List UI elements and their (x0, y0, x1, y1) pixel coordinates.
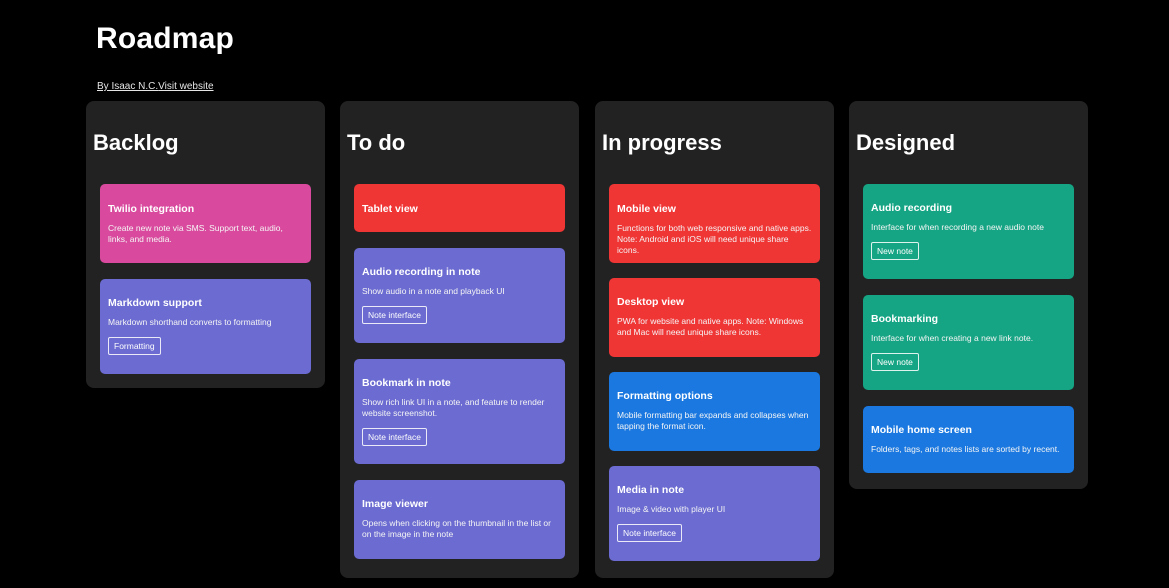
author-link[interactable]: By Isaac N.C. (97, 81, 158, 92)
card-title: Bookmark in note (362, 377, 451, 389)
card[interactable]: Desktop view PWA for website and native … (609, 278, 820, 357)
tag-note-interface[interactable]: Note interface (362, 306, 427, 324)
card-description: Create new note via SMS. Support text, a… (108, 223, 283, 244)
card-title: Mobile home screen (871, 424, 972, 436)
column-backlog: Backlog Twilio integration Create new no… (86, 101, 325, 388)
card-title: Audio recording (871, 202, 953, 214)
card-description: Show rich link UI in a note, and feature… (362, 397, 545, 418)
card[interactable]: Twilio integration Create new note via S… (100, 184, 311, 263)
card-description: Show audio in a note and playback UI (362, 286, 505, 296)
card-description: Mobile formatting bar expands and collap… (617, 410, 809, 431)
card-title: Media in note (617, 484, 685, 496)
card[interactable]: Audio recording in note Show audio in a … (354, 248, 565, 343)
card[interactable]: Mobile view Functions for both web respo… (609, 184, 820, 263)
page-title: Roadmap (96, 22, 235, 55)
byline: By Isaac N.C.Visit website (97, 81, 214, 92)
card-title: Audio recording in note (362, 266, 481, 278)
card-description: PWA for website and native apps. Note: W… (617, 316, 804, 337)
tag-new-note[interactable]: New note (871, 242, 919, 260)
card-description: Functions for both web responsive and na… (617, 223, 812, 255)
card-description: Folders, tags, and notes lists are sorte… (871, 444, 1060, 454)
card[interactable]: Image viewer Opens when clicking on the … (354, 480, 565, 559)
card-title: Desktop view (617, 296, 685, 308)
tag-new-note[interactable]: New note (871, 353, 919, 371)
visit-website-link[interactable]: Visit website (158, 81, 213, 92)
card-description: Markdown shorthand converts to formattin… (108, 317, 272, 327)
card-description: Interface for when creating a new link n… (871, 333, 1034, 343)
column-title: To do (347, 130, 406, 155)
card-title: Tablet view (362, 203, 418, 215)
column-title: Backlog (93, 130, 179, 155)
column-title: In progress (602, 130, 722, 155)
card-description: Image & video with player UI (617, 504, 726, 514)
card[interactable]: Bookmark in note Show rich link UI in a … (354, 359, 565, 464)
column-designed: Designed Audio recording Interface for w… (849, 101, 1088, 489)
card[interactable]: Audio recording Interface for when recor… (863, 184, 1074, 279)
column-to-do: To do Tablet view Audio recording in not… (340, 101, 579, 578)
card-title: Mobile view (617, 203, 676, 215)
card[interactable]: Bookmarking Interface for when creating … (863, 295, 1074, 390)
column-title: Designed (856, 130, 956, 155)
card-description: Opens when clicking on the thumbnail in … (362, 518, 551, 539)
card-title: Twilio integration (108, 203, 195, 215)
card-title: Image viewer (362, 498, 428, 510)
card[interactable]: Media in note Image & video with player … (609, 466, 820, 561)
tag-formatting[interactable]: Formatting (108, 337, 161, 355)
card-title: Bookmarking (871, 313, 939, 325)
tag-note-interface[interactable]: Note interface (617, 524, 682, 542)
card[interactable]: Mobile home screen Folders, tags, and no… (863, 406, 1074, 473)
card-title: Markdown support (108, 297, 202, 309)
card[interactable]: Tablet view (354, 184, 565, 232)
card[interactable]: Formatting options Mobile formatting bar… (609, 372, 820, 451)
card[interactable]: Markdown support Markdown shorthand conv… (100, 279, 311, 374)
column-in-progress: In progress Mobile view Functions for bo… (595, 101, 834, 578)
card-title: Formatting options (617, 390, 713, 402)
tag-note-interface[interactable]: Note interface (362, 428, 427, 446)
card-description: Interface for when recording a new audio… (871, 222, 1044, 232)
